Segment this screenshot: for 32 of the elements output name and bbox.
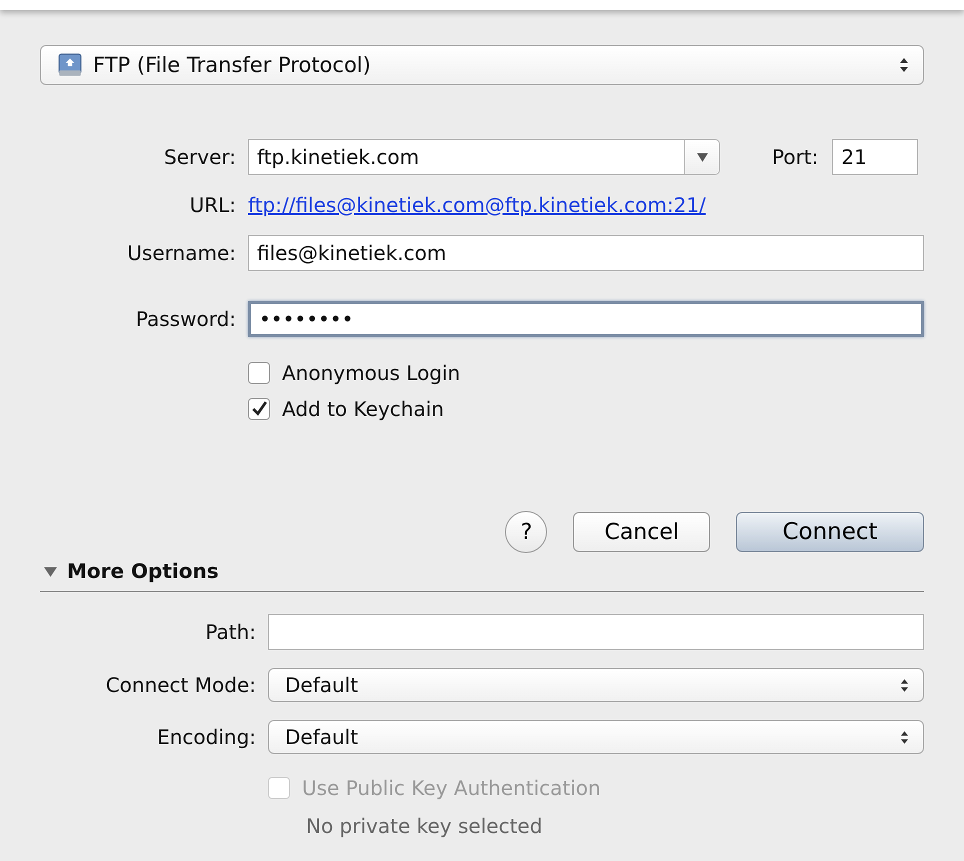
- field-label: Connect Mode:: [104, 673, 256, 697]
- field-label: Encoding:: [156, 725, 256, 749]
- checkbox-option[interactable]: Add to Keychain: [248, 397, 924, 421]
- server-combo-box[interactable]: ftp.kinetiek.com: [248, 139, 720, 175]
- field-label: Path:: [204, 620, 256, 644]
- port-label: Port:: [772, 145, 818, 169]
- stepper-arrows-icon: [900, 730, 909, 744]
- password-label: Password:: [134, 307, 236, 331]
- help-button[interactable]: ?: [505, 511, 548, 553]
- more-options-disclosure[interactable]: More Options: [40, 559, 219, 583]
- popup-menu[interactable]: Default: [268, 720, 924, 754]
- server-label: Server:: [163, 145, 236, 169]
- stepper-arrows-icon: [899, 57, 909, 73]
- password-field[interactable]: ••••••••: [248, 301, 924, 337]
- connect-button[interactable]: Connect: [736, 512, 924, 552]
- dropdown-arrow-icon: [696, 152, 708, 162]
- protocol-popup[interactable]: FTP (File Transfer Protocol): [40, 45, 924, 85]
- checkbox[interactable]: [248, 398, 270, 420]
- checkbox-option[interactable]: Anonymous Login: [248, 361, 924, 385]
- checkbox[interactable]: [248, 362, 270, 384]
- url-label: URL:: [188, 193, 236, 217]
- url-link[interactable]: ftp://files@kinetiek.com@ftp.kinetiek.com:21/: [248, 193, 924, 217]
- path-field[interactable]: [268, 614, 924, 650]
- username-label: Username:: [126, 241, 236, 265]
- port-field[interactable]: 21: [832, 139, 918, 175]
- username-field[interactable]: files@kinetiek.com: [248, 235, 924, 271]
- disclosure-triangle-icon: [44, 564, 57, 578]
- stepper-arrows-icon: [900, 678, 909, 692]
- key-status-text: No private key selected: [305, 814, 544, 838]
- network-drive-icon: [57, 52, 83, 78]
- cancel-button[interactable]: Cancel: [573, 512, 710, 552]
- popup-menu[interactable]: Default: [268, 668, 924, 702]
